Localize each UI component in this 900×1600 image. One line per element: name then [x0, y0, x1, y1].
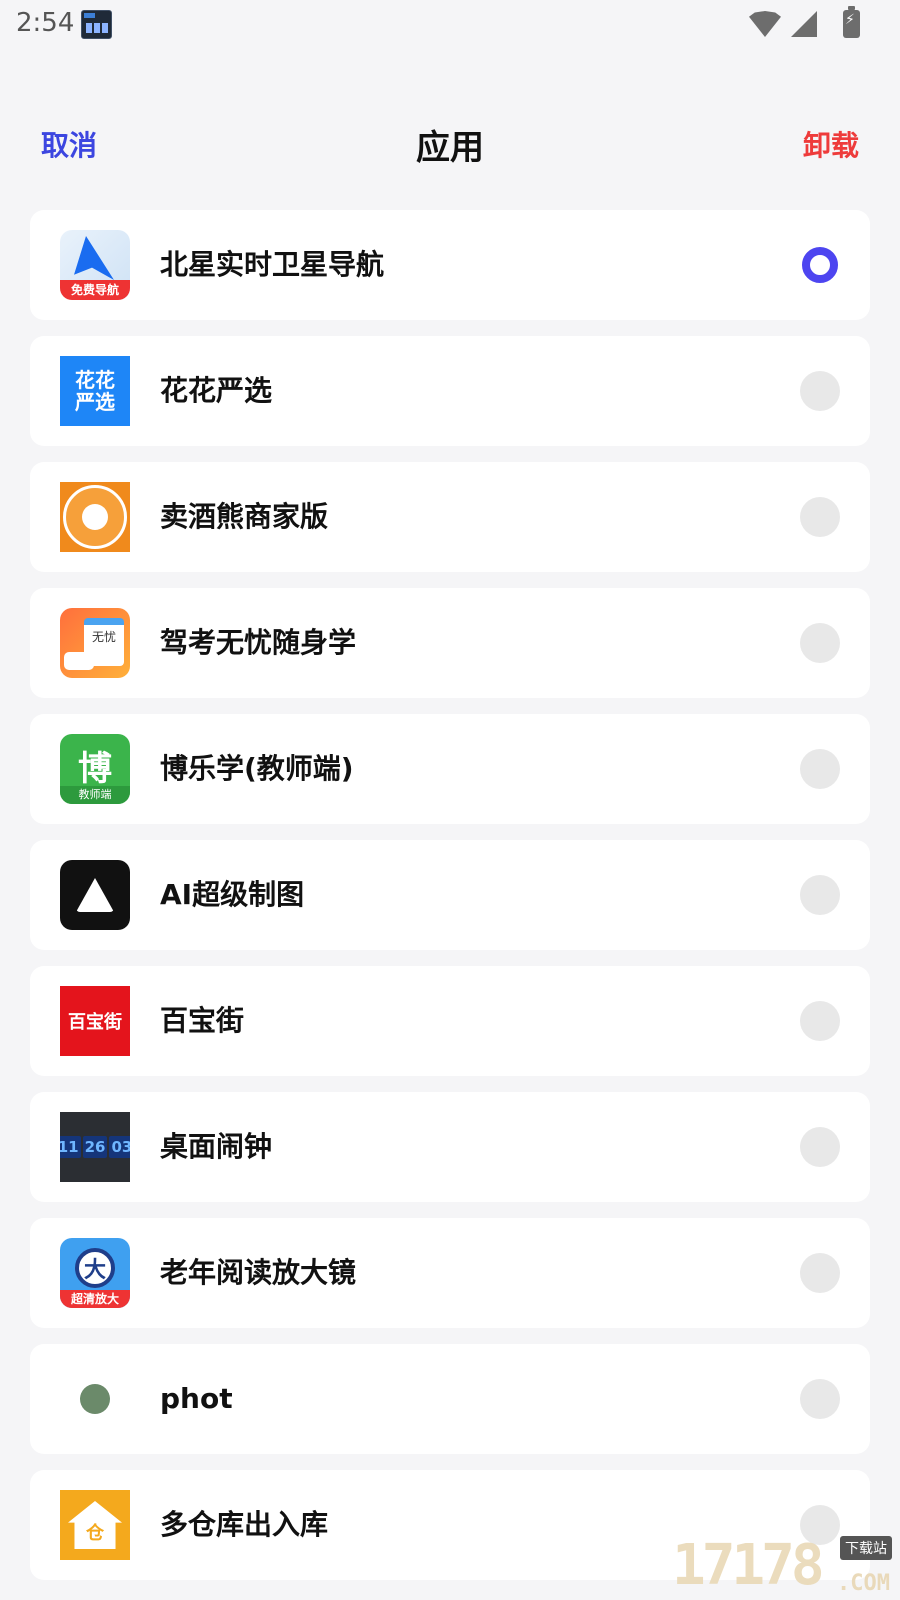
- bo-graduation-icon: 博 教师端: [60, 734, 130, 804]
- app-name: 花花严选: [160, 374, 273, 407]
- dot-icon: [60, 1364, 130, 1434]
- icon-tag: 超清放大: [60, 1290, 130, 1308]
- radio-unselected[interactable]: [800, 749, 840, 789]
- app-name: 驾考无忧随身学: [160, 626, 357, 659]
- radio-unselected[interactable]: [800, 371, 840, 411]
- app-row[interactable]: AI超级制图: [30, 840, 870, 950]
- wifi-icon: [749, 11, 781, 37]
- dot-shape: [80, 1384, 110, 1414]
- radio-unselected[interactable]: [800, 623, 840, 663]
- app-name: 博乐学(教师端): [160, 752, 354, 785]
- app-name: 北星实时卫星导航: [160, 248, 385, 281]
- car-shape: [64, 652, 94, 670]
- clock-digit: 11: [60, 1136, 81, 1158]
- battery-charging-icon: [843, 6, 860, 38]
- status-time: 2:54: [16, 8, 75, 38]
- app-row[interactable]: 花花严选 花花严选: [30, 336, 870, 446]
- radio-unselected[interactable]: [800, 497, 840, 537]
- header-bar: 取消 应用 卸载: [0, 112, 900, 172]
- app-name: 卖酒熊商家版: [160, 500, 329, 533]
- icon-caption: 大: [75, 1248, 115, 1288]
- app-row[interactable]: 百宝街 百宝街: [30, 966, 870, 1076]
- icon-caption: 免费导航: [60, 280, 130, 300]
- app-row[interactable]: 博 教师端 博乐学(教师端): [30, 714, 870, 824]
- app-name: 老年阅读放大镜: [160, 1256, 357, 1289]
- triangle-shape: [76, 878, 114, 912]
- bear-icon: [60, 482, 130, 552]
- watermark-suffix: .COM: [837, 1571, 890, 1596]
- icon-caption: 百宝街: [68, 1012, 122, 1033]
- navigation-arrow-icon: 免费导航: [60, 230, 130, 300]
- radio-selected[interactable]: [802, 247, 838, 283]
- app-row[interactable]: 大 超清放大 老年阅读放大镜: [30, 1218, 870, 1328]
- uninstall-button[interactable]: 卸载: [803, 124, 859, 164]
- radio-unselected[interactable]: [800, 1001, 840, 1041]
- app-row[interactable]: 卖酒熊商家版: [30, 462, 870, 572]
- radio-unselected[interactable]: [800, 1253, 840, 1293]
- radio-unselected[interactable]: [800, 1379, 840, 1419]
- app-list: 免费导航 北星实时卫星导航 花花严选 花花严选 卖酒熊商家版 无忧 驾考无忧随身…: [30, 210, 870, 1596]
- app-name: AI超级制图: [160, 878, 305, 911]
- watermark-logo: 17178 下载站 .COM: [672, 1536, 892, 1596]
- radio-unselected[interactable]: [800, 875, 840, 915]
- driving-calendar-icon: 无忧: [60, 608, 130, 678]
- system-icons: [749, 6, 860, 40]
- app-name: 桌面闹钟: [160, 1130, 273, 1163]
- clock-notification-icon: [81, 10, 112, 39]
- app-name: 多仓库出入库: [160, 1508, 329, 1541]
- watermark-number: 17178: [672, 1533, 825, 1598]
- radio-unselected[interactable]: [800, 1127, 840, 1167]
- cellular-signal-icon: [791, 11, 817, 37]
- app-row[interactable]: phot: [30, 1344, 870, 1454]
- clock-digit: 26: [82, 1136, 108, 1158]
- icon-caption: 教师端: [60, 786, 130, 804]
- app-name: 百宝街: [160, 1004, 245, 1037]
- app-name: phot: [160, 1382, 233, 1415]
- icon-caption: 仓: [68, 1501, 122, 1549]
- magnifier-icon: 大 超清放大: [60, 1238, 130, 1308]
- bo-glyph: 博: [78, 749, 112, 789]
- app-row[interactable]: 免费导航 北星实时卫星导航: [30, 210, 870, 320]
- bear-badge: [63, 485, 127, 549]
- warehouse-house-icon: 仓: [60, 1490, 130, 1560]
- page-title: 应用: [416, 128, 484, 168]
- app-row[interactable]: 无忧 驾考无忧随身学: [30, 588, 870, 698]
- icon-caption: 花花严选: [75, 368, 115, 414]
- flip-clock-icon: 11 26 03: [60, 1112, 130, 1182]
- clock-digit: 03: [109, 1136, 130, 1158]
- arrow-shape: [74, 236, 114, 280]
- baibaojie-icon: 百宝街: [60, 986, 130, 1056]
- huahua-icon: 花花严选: [60, 356, 130, 426]
- status-bar: 2:54: [0, 0, 900, 50]
- watermark-tag: 下载站: [840, 1536, 892, 1560]
- ai-triangle-icon: [60, 860, 130, 930]
- app-row[interactable]: 11 26 03 桌面闹钟: [30, 1092, 870, 1202]
